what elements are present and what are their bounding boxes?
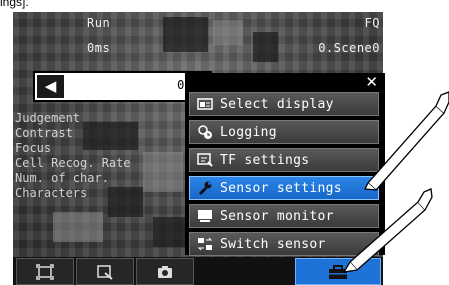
stylus-pen-icons [342,91,449,273]
stylus-lower-icon [342,188,433,273]
stylus-upper-icon [363,91,449,191]
